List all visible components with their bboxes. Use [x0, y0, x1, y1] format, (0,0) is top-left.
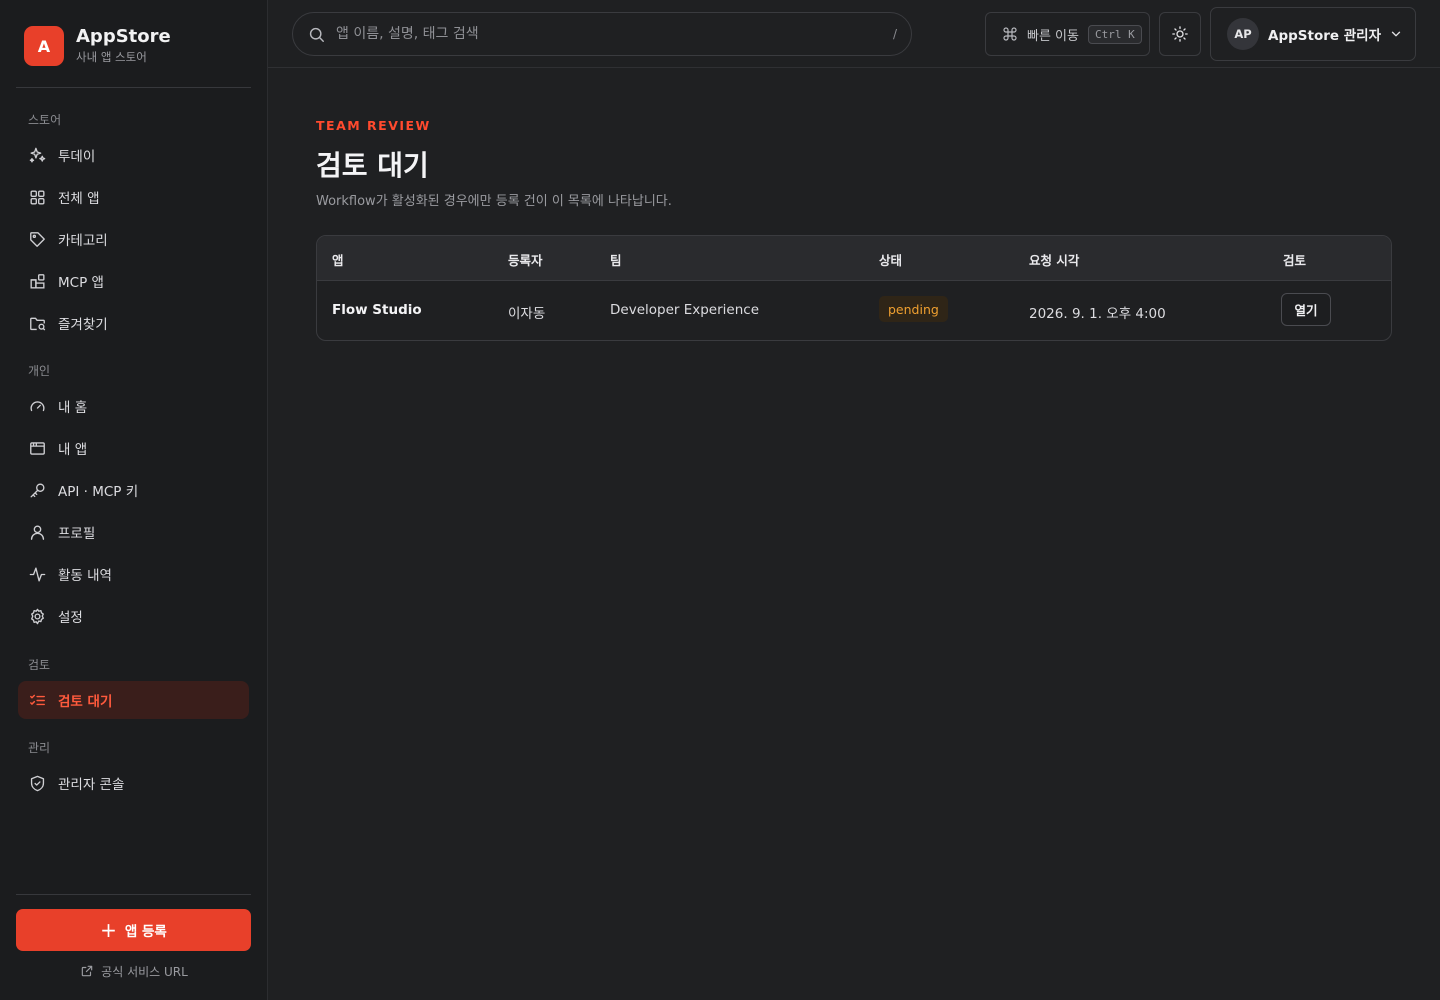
sidebar-item-label: 검토 대기: [58, 694, 113, 710]
official-service-label: 공식 서비스 URL: [101, 964, 188, 979]
sidebar-item-label: API · MCP 키: [58, 484, 139, 500]
sidebar-item-label: 즐겨찾기: [58, 317, 108, 333]
section-label-admin: 관리: [28, 741, 51, 755]
page-title: 검토 대기: [316, 149, 429, 182]
gear-icon: [31, 608, 44, 624]
column-header-app: 앱: [332, 253, 344, 268]
chevron-down-icon: [1391, 31, 1401, 37]
user-icon: [30, 524, 45, 540]
sidebar-item-label: 설정: [58, 610, 83, 626]
section-label-store: 스토어: [28, 113, 62, 127]
search-bar[interactable]: /: [292, 12, 912, 56]
sidebar-item-label: 프로필: [58, 526, 96, 542]
sidebar-item-my-home[interactable]: 내 홈: [18, 387, 249, 425]
activity-icon: [29, 566, 46, 582]
open-review-button[interactable]: 열기: [1281, 293, 1331, 326]
cell-requested-at: 2026. 9. 1. 오후 4:00: [1029, 306, 1166, 322]
quick-jump-shortcut: Ctrl K: [1087, 24, 1142, 44]
sidebar-item-favorites[interactable]: 즐겨찾기: [18, 304, 249, 342]
top-bar: / 빠른 이동 Ctrl K AP AppStore 관리자: [268, 0, 1440, 68]
search-input[interactable]: [336, 26, 856, 42]
quick-jump-button[interactable]: 빠른 이동 Ctrl K: [985, 12, 1150, 56]
search-icon: [309, 27, 324, 42]
sidebar-item-settings[interactable]: 설정: [18, 597, 249, 635]
page-description: Workflow가 활성화된 경우에만 등록 건이 이 목록에 나타납니다.: [316, 194, 672, 209]
sidebar-item-my-apps[interactable]: 내 앱: [18, 429, 249, 467]
sidebar-item-mcp-apps[interactable]: MCP 앱: [18, 262, 249, 300]
sidebar-item-today[interactable]: 투데이: [18, 136, 249, 174]
column-header-team: 팀: [610, 253, 622, 268]
sidebar-item-all-apps[interactable]: 전체 앱: [18, 178, 249, 216]
sidebar-item-label: 활동 내역: [58, 568, 112, 584]
list-checks-icon: [30, 694, 45, 705]
divider: [16, 87, 251, 88]
user-menu-button[interactable]: AP AppStore 관리자: [1210, 7, 1416, 61]
grid-icon: [30, 189, 45, 205]
sparkles-icon: [29, 147, 46, 163]
sidebar-item-profile[interactable]: 프로필: [18, 513, 249, 551]
divider: [16, 894, 251, 895]
user-name: AppStore 관리자: [1268, 28, 1381, 44]
status-badge: pending: [879, 296, 948, 322]
sidebar-item-activity[interactable]: 활동 내역: [18, 555, 249, 593]
sidebar-item-review-queue[interactable]: 검토 대기: [18, 681, 249, 719]
shield-icon: [30, 775, 45, 791]
plus-icon: +: [100, 918, 117, 942]
review-table: 앱 등록자 팀 상태 요청 시각 검토 Flow Studio 이자동 Deve…: [316, 235, 1392, 341]
sidebar-item-label: 내 앱: [58, 442, 88, 458]
cell-registrant: 이자동: [508, 306, 546, 322]
command-icon: [1003, 27, 1017, 41]
search-shortcut-hint: /: [892, 27, 897, 41]
sun-icon: [1172, 26, 1188, 42]
section-label-review: 검토: [28, 658, 51, 672]
register-app-label: 앱 등록: [124, 924, 167, 940]
avatar: AP: [1227, 18, 1259, 50]
column-header-status: 상태: [879, 253, 903, 268]
column-header-requested-at: 요청 시각: [1029, 253, 1080, 268]
sidebar-item-admin-console[interactable]: 관리자 콘솔: [18, 764, 249, 802]
cell-team: Developer Experience: [610, 302, 760, 318]
brand-subtitle: 사내 앱 스토어: [76, 50, 147, 64]
brand[interactable]: A AppStore 사내 앱 스토어: [24, 26, 171, 66]
sidebar: A AppStore 사내 앱 스토어 스토어 투데이 전체 앱 카테고리 MC…: [0, 0, 268, 1000]
table-header: 앱 등록자 팀 상태 요청 시각 검토: [317, 236, 1391, 281]
column-header-review: 검토: [1283, 253, 1307, 268]
brand-name: AppStore: [76, 26, 171, 47]
app-window-icon: [30, 441, 45, 455]
sidebar-item-label: 관리자 콘솔: [58, 777, 125, 793]
register-app-button[interactable]: + 앱 등록: [16, 909, 251, 951]
gauge-icon: [30, 400, 45, 411]
cell-app-name: Flow Studio: [332, 302, 422, 318]
external-link-icon: [81, 965, 93, 977]
sidebar-item-api-keys[interactable]: API · MCP 키: [18, 471, 249, 509]
sidebar-item-label: MCP 앱: [58, 275, 104, 291]
tag-icon: [30, 231, 45, 247]
column-header-registrant: 등록자: [508, 253, 543, 268]
folder-search-icon: [30, 317, 46, 330]
sidebar-item-label: 투데이: [58, 149, 96, 165]
sidebar-item-label: 카테고리: [58, 233, 108, 249]
sidebar-item-label: 내 홈: [58, 400, 88, 416]
theme-toggle-button[interactable]: [1159, 12, 1201, 56]
quick-jump-label: 빠른 이동: [1027, 28, 1079, 44]
section-label-personal: 개인: [28, 364, 51, 378]
page-eyebrow: TEAM REVIEW: [316, 118, 431, 133]
blocks-icon: [30, 273, 45, 289]
key-icon: [30, 482, 45, 498]
sidebar-item-label: 전체 앱: [58, 191, 100, 207]
brand-logo: A: [24, 26, 64, 66]
official-service-link[interactable]: 공식 서비스 URL: [0, 962, 268, 980]
sidebar-item-categories[interactable]: 카테고리: [18, 220, 249, 258]
